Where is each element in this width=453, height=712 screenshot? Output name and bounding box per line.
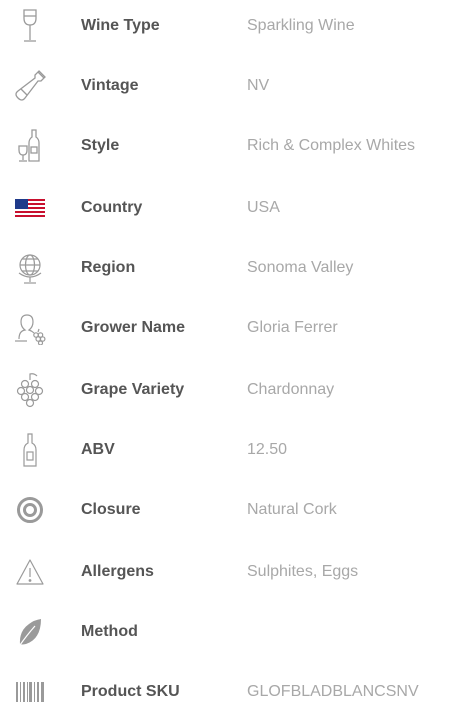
spec-row-grape-variety: Grape Variety Chardonnay [0,370,453,410]
spec-label: Vintage [81,77,139,94]
spec-row-country: Country USA [0,188,453,228]
spec-value: Gloria Ferrer [247,319,338,336]
spec-row-method: Method [0,612,453,652]
spec-value: Sparkling Wine [247,17,355,34]
wine-bottle-icon [8,66,52,106]
wine-spec-list: Wine Type Sparkling Wine Vintage NV Styl… [0,0,453,702]
spec-label: Grower Name [81,319,186,336]
spec-value: Sulphites, Eggs [247,563,359,580]
bottle-icon [8,430,52,470]
globe-icon [8,248,52,288]
spec-value: Chardonnay [247,381,335,398]
spec-value: Natural Cork [247,501,337,518]
spec-value: NV [247,77,270,94]
spec-label: Allergens [81,563,154,580]
wine-glass-icon [8,6,52,46]
spec-value: 12.50 [247,441,288,458]
spec-value: Rich & Complex Whites [247,137,416,154]
spec-row-product-sku: Product SKU GLOFBLADBLANCSNV [0,672,453,712]
spec-row-grower-name: Grower Name Gloria Ferrer [0,308,453,348]
grower-icon [8,308,52,348]
spec-label: Grape Variety [81,381,185,398]
spec-label: Style [81,137,120,154]
spec-value: GLOFBLADBLANCSNV [247,683,419,700]
warning-icon [8,552,52,592]
spec-row-closure: Closure Natural Cork [0,490,453,530]
target-icon [8,490,52,530]
spec-label: Product SKU [81,683,180,700]
bottle-and-glass-icon [8,126,52,166]
grapes-icon [8,370,52,410]
spec-label: Region [81,259,136,276]
spec-row-vintage: Vintage NV [0,66,453,106]
spec-row-wine-type: Wine Type Sparkling Wine [0,6,453,46]
spec-value: USA [247,199,280,216]
spec-row-abv: ABV 12.50 [0,430,453,470]
spec-row-region: Region Sonoma Valley [0,248,453,288]
spec-label: Country [81,199,143,216]
spec-row-style: Style Rich & Complex Whites [0,126,453,166]
spec-label: Wine Type [81,17,160,34]
spec-label: Closure [81,501,141,518]
barcode-icon [8,672,52,712]
spec-value: Sonoma Valley [247,259,354,276]
spec-row-allergens: Allergens Sulphites, Eggs [0,552,453,592]
usa-flag-icon [8,188,52,228]
leaf-icon [8,612,52,652]
spec-label: ABV [81,441,115,458]
spec-label: Method [81,623,138,640]
